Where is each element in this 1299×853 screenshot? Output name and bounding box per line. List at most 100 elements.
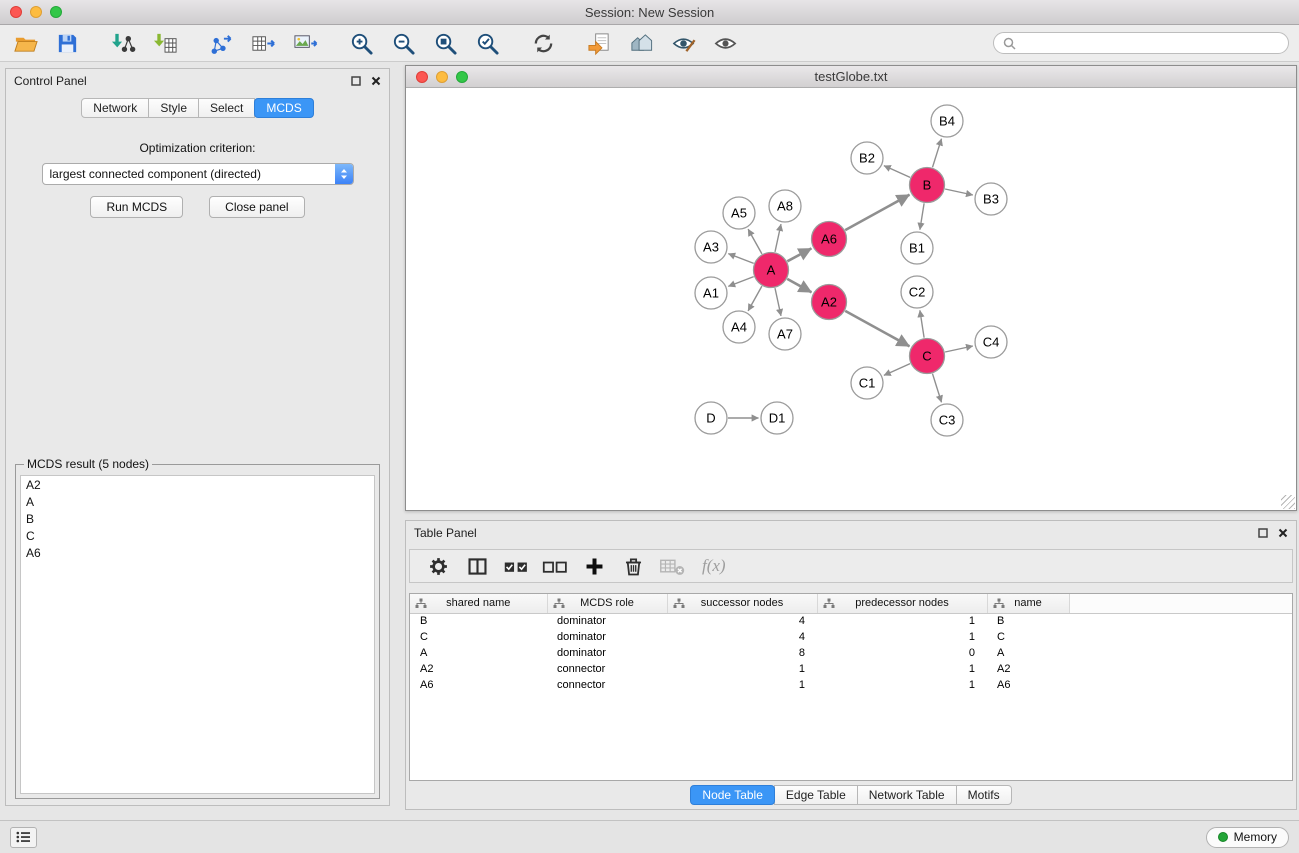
column-header-name[interactable]: name (987, 594, 1069, 613)
run-mcds-button[interactable]: Run MCDS (90, 196, 183, 218)
zoom-out-icon[interactable] (388, 28, 418, 58)
table-panel-float-icon[interactable] (1258, 528, 1268, 538)
cell-mcds-role[interactable]: dominator (547, 645, 667, 661)
cell-predecessor-nodes[interactable]: 1 (817, 613, 987, 629)
tab-motifs[interactable]: Motifs (956, 785, 1012, 805)
criterion-dropdown[interactable]: largest connected component (directed) (42, 163, 354, 185)
zoom-in-icon[interactable] (346, 28, 376, 58)
graph-node-C2[interactable]: C2 (901, 276, 933, 308)
search-input[interactable] (1022, 36, 1279, 50)
mcds-result-item[interactable]: B (21, 511, 374, 528)
export-table-icon[interactable] (248, 28, 278, 58)
show-graphics-details-icon[interactable] (710, 28, 740, 58)
close-panel-button[interactable]: Close panel (209, 196, 304, 218)
table-panel-close-icon[interactable] (1278, 528, 1288, 538)
graph-node-D1[interactable]: D1 (761, 402, 793, 434)
add-row-icon[interactable] (579, 552, 609, 580)
graph-edge-B-B1[interactable] (920, 203, 924, 229)
search-box[interactable] (993, 32, 1289, 54)
control-panel-close-icon[interactable] (371, 76, 381, 86)
graph-node-A7[interactable]: A7 (769, 318, 801, 350)
column-header-successor-nodes[interactable]: successor nodes (667, 594, 817, 613)
graph-edge-A6-B[interactable] (845, 195, 909, 230)
tab-style[interactable]: Style (148, 98, 199, 118)
graph-edge-C-C2[interactable] (920, 310, 924, 337)
table-row[interactable]: Bdominator41B (410, 613, 1292, 629)
graph-node-C1[interactable]: C1 (851, 367, 883, 399)
cell-predecessor-nodes[interactable]: 1 (817, 661, 987, 677)
style-eye-icon[interactable] (668, 28, 698, 58)
graph-node-A[interactable]: A (754, 253, 789, 288)
network-graph[interactable]: B4B2BB3A5A8A6A3B1AA1C2A2A4A7C4CC1DD1C3 (406, 88, 1296, 510)
cell-name[interactable]: A6 (987, 677, 1069, 693)
graph-node-A5[interactable]: A5 (723, 197, 755, 229)
tab-network-table[interactable]: Network Table (857, 785, 957, 805)
tab-network[interactable]: Network (81, 98, 149, 118)
select-all-rows-icon[interactable] (501, 552, 531, 580)
session-from-file-icon[interactable] (584, 28, 614, 58)
mcds-result-item[interactable]: A6 (21, 545, 374, 562)
toggle-columns-icon[interactable] (462, 552, 492, 580)
cell-mcds-role[interactable]: connector (547, 677, 667, 693)
open-session-icon[interactable] (10, 28, 40, 58)
graph-edge-A2-C[interactable] (845, 311, 909, 346)
graph-node-A4[interactable]: A4 (723, 311, 755, 343)
task-history-button[interactable] (10, 827, 37, 848)
resize-grip-icon[interactable] (1281, 495, 1295, 509)
table-row[interactable]: A6connector11A6 (410, 677, 1292, 693)
zoom-fit-icon[interactable] (430, 28, 460, 58)
minimize-window-button[interactable] (30, 6, 42, 18)
settings-gear-icon[interactable] (423, 552, 453, 580)
network-zoom-button[interactable] (456, 71, 468, 83)
graph-node-B4[interactable]: B4 (931, 105, 963, 137)
graph-node-B2[interactable]: B2 (851, 142, 883, 174)
graph-edge-A-A2[interactable] (787, 279, 811, 292)
column-header-predecessor-nodes[interactable]: predecessor nodes (817, 594, 987, 613)
cell-successor-nodes[interactable]: 1 (667, 677, 817, 693)
graph-edge-A-A4[interactable] (748, 286, 762, 311)
graph-edge-A-A3[interactable] (728, 254, 753, 264)
network-minimize-button[interactable] (436, 71, 448, 83)
graph-node-A8[interactable]: A8 (769, 190, 801, 222)
control-panel-float-icon[interactable] (351, 76, 361, 86)
deselect-all-rows-icon[interactable] (540, 552, 570, 580)
graph-edge-B-B3[interactable] (945, 189, 973, 195)
memory-button[interactable]: Memory (1206, 827, 1289, 848)
table-row[interactable]: A2connector11A2 (410, 661, 1292, 677)
import-table-icon[interactable] (150, 28, 180, 58)
mcds-result-item[interactable]: A2 (21, 477, 374, 494)
graph-node-A6[interactable]: A6 (812, 222, 847, 257)
graph-edge-A-A1[interactable] (728, 277, 753, 287)
graph-node-A2[interactable]: A2 (812, 285, 847, 320)
mcds-result-item[interactable]: A (21, 494, 374, 511)
graph-node-A3[interactable]: A3 (695, 231, 727, 263)
table-row[interactable]: Adominator80A (410, 645, 1292, 661)
close-window-button[interactable] (10, 6, 22, 18)
cell-successor-nodes[interactable]: 1 (667, 661, 817, 677)
graph-node-C4[interactable]: C4 (975, 326, 1007, 358)
cell-successor-nodes[interactable]: 4 (667, 613, 817, 629)
tab-select[interactable]: Select (198, 98, 255, 118)
graph-edge-B-B2[interactable] (884, 166, 910, 178)
import-network-icon[interactable] (108, 28, 138, 58)
function-builder-icon[interactable]: f(x) (696, 556, 732, 576)
delete-row-icon[interactable] (618, 552, 648, 580)
refresh-icon[interactable] (528, 28, 558, 58)
mcds-result-item[interactable]: C (21, 528, 374, 545)
graph-node-C3[interactable]: C3 (931, 404, 963, 436)
column-header-shared-name[interactable]: shared name (410, 594, 547, 613)
network-close-button[interactable] (416, 71, 428, 83)
graph-node-C[interactable]: C (910, 339, 945, 374)
graph-edge-A-A7[interactable] (775, 288, 781, 316)
export-image-icon[interactable] (290, 28, 320, 58)
home-icon[interactable] (626, 28, 656, 58)
network-canvas[interactable]: B4B2BB3A5A8A6A3B1AA1C2A2A4A7C4CC1DD1C3 (406, 88, 1296, 510)
cell-name[interactable]: A (987, 645, 1069, 661)
cell-predecessor-nodes[interactable]: 1 (817, 629, 987, 645)
graph-edge-C-C4[interactable] (945, 346, 973, 352)
save-session-icon[interactable] (52, 28, 82, 58)
tab-node-table[interactable]: Node Table (690, 785, 775, 805)
cell-predecessor-nodes[interactable]: 1 (817, 677, 987, 693)
cell-shared-name[interactable]: B (410, 613, 547, 629)
tab-edge-table[interactable]: Edge Table (774, 785, 858, 805)
